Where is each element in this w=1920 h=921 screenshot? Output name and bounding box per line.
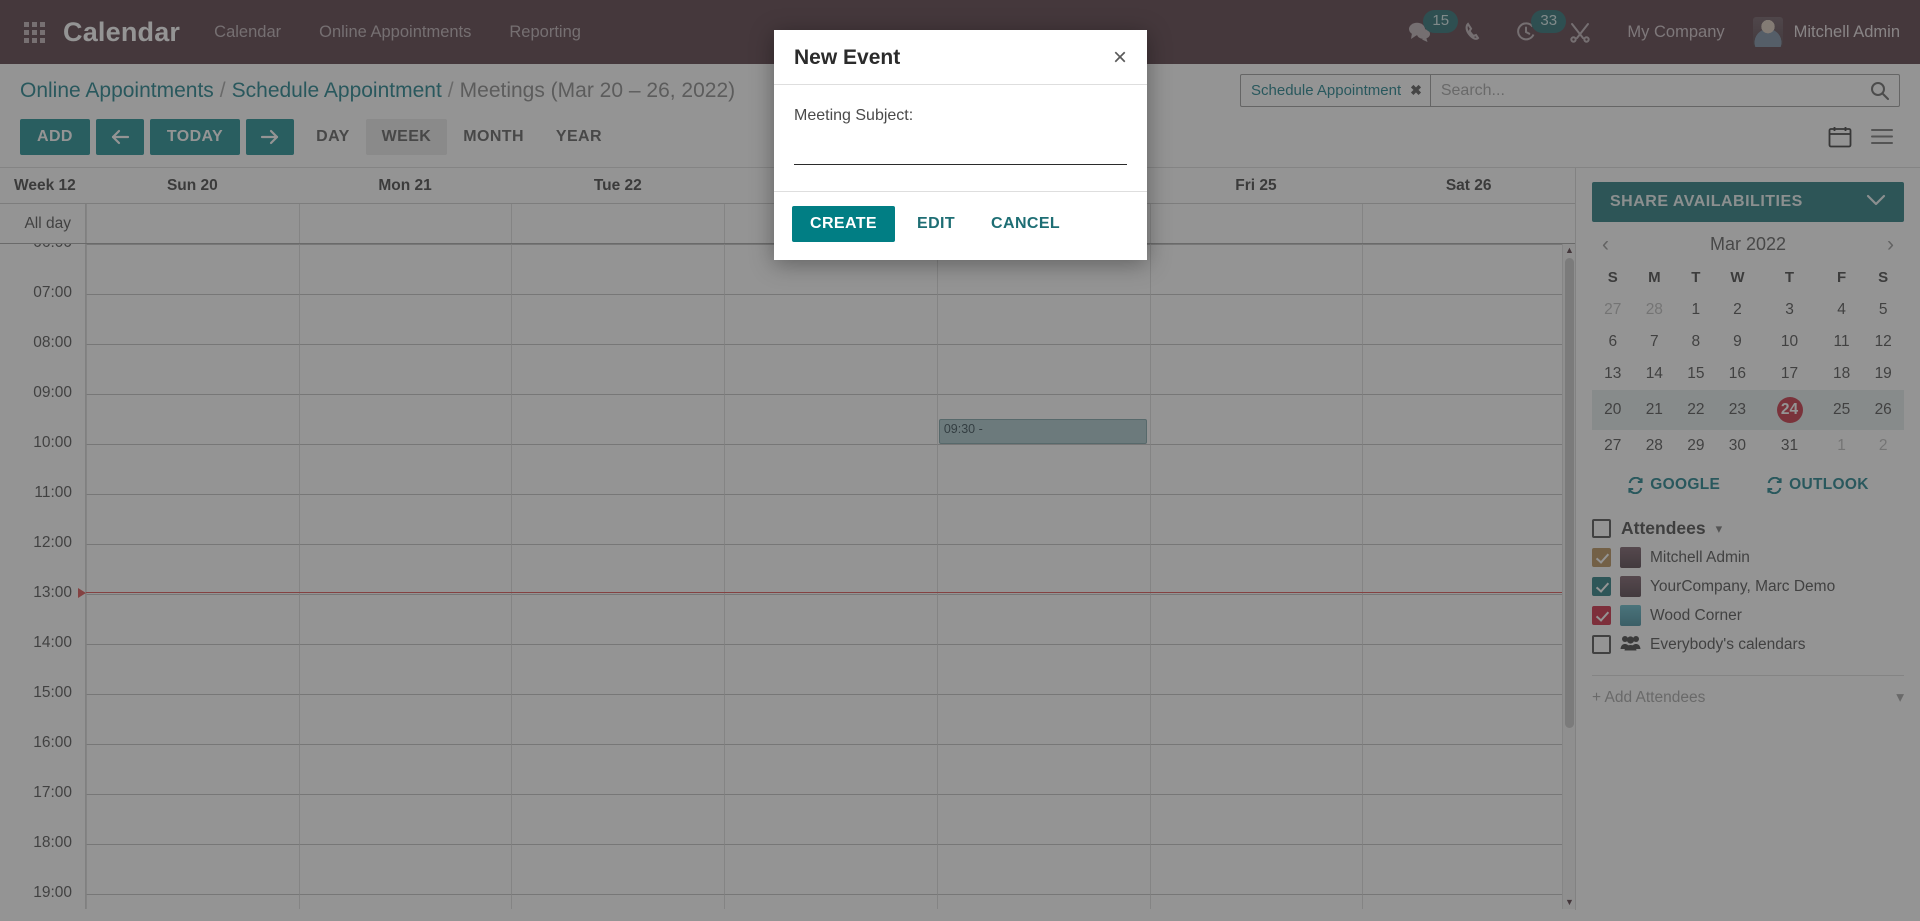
close-icon[interactable]: × bbox=[1113, 45, 1127, 69]
meeting-subject-input[interactable] bbox=[794, 139, 1127, 165]
meeting-subject-label: Meeting Subject: bbox=[794, 107, 914, 124]
dialog-footer: CREATE EDIT CANCEL bbox=[774, 191, 1147, 260]
edit-button[interactable]: EDIT bbox=[903, 206, 969, 242]
cancel-button[interactable]: CANCEL bbox=[977, 206, 1074, 242]
new-event-dialog: New Event × Meeting Subject: CREATE EDIT… bbox=[774, 30, 1147, 260]
dialog-header: New Event × bbox=[774, 30, 1147, 85]
dialog-title: New Event bbox=[794, 46, 901, 69]
dialog-body: Meeting Subject: bbox=[774, 85, 1147, 191]
create-button[interactable]: CREATE bbox=[792, 206, 895, 242]
